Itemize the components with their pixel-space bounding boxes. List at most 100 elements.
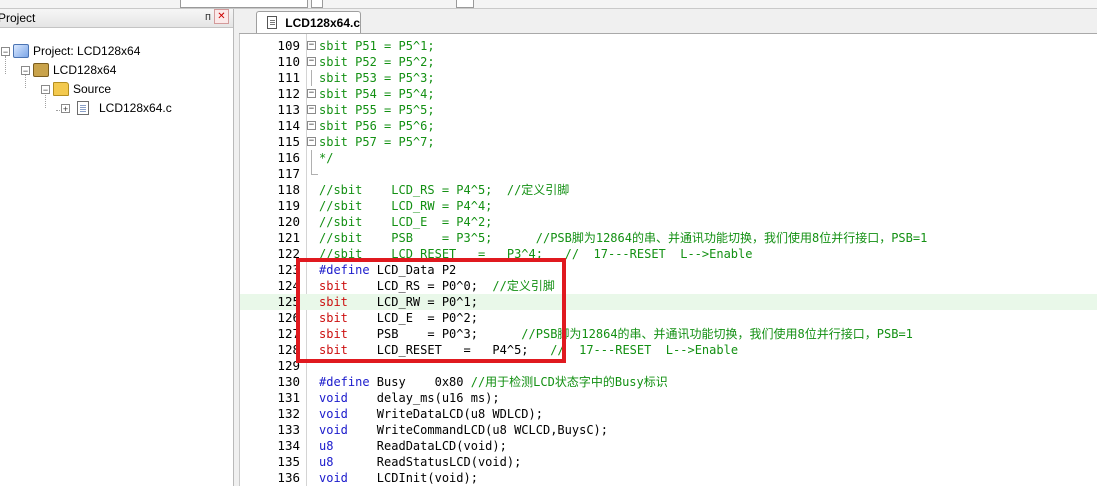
code-text: #define LCD_Data P2	[319, 262, 456, 278]
code-keyword: #define	[319, 375, 370, 389]
line-number: 127	[277, 326, 300, 341]
code-line[interactable]: 128 sbit LCD_RESET = P4^5; // 17---RESET …	[240, 342, 1097, 358]
code-line[interactable]: 132 void WriteDataLCD(u8 WDLCD);	[240, 406, 1097, 422]
code-text: //sbit LCD_RW = P4^4;	[319, 198, 492, 214]
line-number: 135	[277, 454, 300, 469]
line-number: 114	[277, 118, 300, 133]
code-line[interactable]: 119 //sbit LCD_RW = P4^4;	[240, 198, 1097, 214]
code-line[interactable]: 110− sbit P52 = P5^2;	[240, 54, 1097, 70]
code-body: LCD_RW = P0^1;	[347, 295, 478, 309]
collapse-icon[interactable]: −	[21, 65, 30, 75]
tree-item-target[interactable]: − LCD128x64	[21, 61, 116, 79]
code-keyword: void	[319, 423, 348, 437]
tab-lcd128x64-c[interactable]: LCD128x64.c	[256, 11, 361, 33]
code-body: ReadStatusLCD(void);	[333, 455, 522, 469]
code-keyword: sbit	[319, 327, 348, 341]
code-line[interactable]: 117	[240, 166, 1097, 182]
fold-icon[interactable]: −	[307, 121, 316, 130]
line-number: 130	[277, 374, 300, 389]
code-body: WriteCommandLCD(u8 WCLCD,BuysC);	[347, 423, 608, 437]
code-text: sbit P51 = P5^1;	[319, 38, 435, 54]
code-line[interactable]: 121 //sbit PSB = P3^5; //PSB脚为12864的串、并通讯…	[240, 230, 1097, 246]
code-line[interactable]: 135 u8 ReadStatusLCD(void);	[240, 454, 1097, 470]
code-line[interactable]: 126 sbit LCD_E = P0^2;	[240, 310, 1097, 326]
expand-icon[interactable]: +	[61, 103, 70, 113]
code-line[interactable]: 127 sbit PSB = P0^3; //PSB脚为12864的串、并通讯功能…	[240, 326, 1097, 342]
collapse-icon[interactable]: −	[1, 46, 10, 56]
fold-icon[interactable]: −	[307, 57, 316, 66]
line-number: 120	[277, 214, 300, 229]
code-line[interactable]: 116 */	[240, 150, 1097, 166]
line-number: 136	[277, 470, 300, 485]
code-line[interactable]: 133 void WriteCommandLCD(u8 WCLCD,BuysC);	[240, 422, 1097, 438]
tree-item-source-group[interactable]: − Source	[41, 80, 111, 98]
tree-item-file[interactable]: + LCD128x64.c	[61, 99, 172, 117]
code-comment: // 17---RESET L-->Enable	[550, 343, 739, 357]
code-body: LCDInit(void);	[347, 471, 478, 485]
code-line[interactable]: 118 //sbit LCD_RS = P4^5; //定义引脚	[240, 182, 1097, 198]
collapse-icon[interactable]: −	[41, 84, 50, 94]
code-editor[interactable]: 109− sbit P51 = P5^1; 110− sbit P52 = P5^2;…	[239, 34, 1097, 486]
code-content: sbit P51 = P5^1;	[319, 39, 435, 53]
code-text: sbit PSB = P0^3; //PSB脚为12864的串、并通讯功能切换，…	[319, 326, 913, 342]
code-line[interactable]: 123 #define LCD_Data P2	[240, 262, 1097, 278]
code-line[interactable]: 134 u8 ReadDataLCD(void);	[240, 438, 1097, 454]
toolbar-combo[interactable]	[180, 0, 308, 8]
pin-icon[interactable]: ᴨ	[205, 11, 211, 23]
line-number: 128	[277, 342, 300, 357]
code-content: sbit P57 = P5^7;	[319, 135, 435, 149]
code-comment: //用于检测LCD状态字中的Busy标识	[470, 375, 668, 389]
code-body: PSB = P0^3;	[347, 327, 522, 341]
project-panel-title: Project	[0, 11, 36, 25]
code-text: sbit LCD_RESET = P4^5; // 17---RESET L--…	[319, 342, 738, 358]
code-line[interactable]: 120 //sbit LCD_E = P4^2;	[240, 214, 1097, 230]
code-keyword: sbit	[319, 295, 348, 309]
toolbar-button[interactable]	[311, 0, 323, 8]
line-number: 123	[277, 262, 300, 277]
code-keyword: sbit	[319, 311, 348, 325]
fold-icon[interactable]: −	[307, 105, 316, 114]
tree-item-label: LCD128x64	[53, 63, 117, 77]
code-text: //sbit LCD_E = P4^2;	[319, 214, 492, 230]
code-line[interactable]: 111 sbit P53 = P5^3;	[240, 70, 1097, 86]
code-line[interactable]: 125 sbit LCD_RW = P0^1;	[240, 294, 1097, 310]
line-number: 111	[277, 70, 300, 85]
line-number: 115	[277, 134, 300, 149]
code-line[interactable]: 109− sbit P51 = P5^1;	[240, 38, 1097, 54]
tree-item-project[interactable]: − Project: LCD128x64	[1, 42, 140, 60]
toolbar-button[interactable]	[456, 0, 474, 8]
code-line[interactable]: 136 void LCDInit(void);	[240, 470, 1097, 486]
fold-icon[interactable]: −	[307, 89, 316, 98]
code-line[interactable]: 113− sbit P55 = P5^5;	[240, 102, 1097, 118]
close-icon[interactable]: ✕	[214, 9, 229, 24]
code-body: LCD_RESET = P4^5;	[347, 343, 551, 357]
fold-icon[interactable]: −	[307, 137, 316, 146]
code-line[interactable]: 112− sbit P54 = P5^4;	[240, 86, 1097, 102]
code-keyword: #define	[319, 263, 370, 277]
code-line[interactable]: 114− sbit P56 = P5^6;	[240, 118, 1097, 134]
fold-icon[interactable]: −	[307, 41, 316, 50]
code-line[interactable]: 124 sbit LCD_RS = P0^0; //定义引脚	[240, 278, 1097, 294]
line-number: 110	[277, 54, 300, 69]
code-keyword: u8	[319, 439, 334, 453]
code-content: sbit P52 = P5^2;	[319, 55, 435, 69]
fold-end	[311, 166, 318, 175]
code-body: LCD_E = P0^2;	[347, 311, 478, 325]
code-text: sbit P54 = P5^4;	[319, 86, 435, 102]
code-text: sbit P56 = P5^6;	[319, 118, 435, 134]
code-content: sbit P55 = P5^5;	[319, 103, 435, 117]
line-number: 118	[277, 182, 300, 197]
fold-guide	[311, 150, 312, 166]
code-text: //sbit PSB = P3^5; //PSB脚为12864的串、并通讯功能切…	[319, 230, 927, 246]
line-number: 131	[277, 390, 300, 405]
code-content: //sbit PSB = P3^5; //PSB脚为12864的串、并通讯功能切…	[319, 231, 928, 245]
code-line[interactable]: 130 #define Busy 0x80 //用于检测LCD状态字中的Busy标…	[240, 374, 1097, 390]
code-line[interactable]: 131 void delay_ms(u16 ms);	[240, 390, 1097, 406]
line-number: 134	[277, 438, 300, 453]
code-line[interactable]: 115− sbit P57 = P5^7;	[240, 134, 1097, 150]
code-line[interactable]: 129	[240, 358, 1097, 374]
code-text: void LCDInit(void);	[319, 470, 478, 486]
code-content: sbit P56 = P5^6;	[319, 119, 435, 133]
code-line[interactable]: 122 //sbit LCD_RESET = P3^4; // 17---RESE…	[240, 246, 1097, 262]
code-text: void WriteCommandLCD(u8 WCLCD,BuysC);	[319, 422, 608, 438]
